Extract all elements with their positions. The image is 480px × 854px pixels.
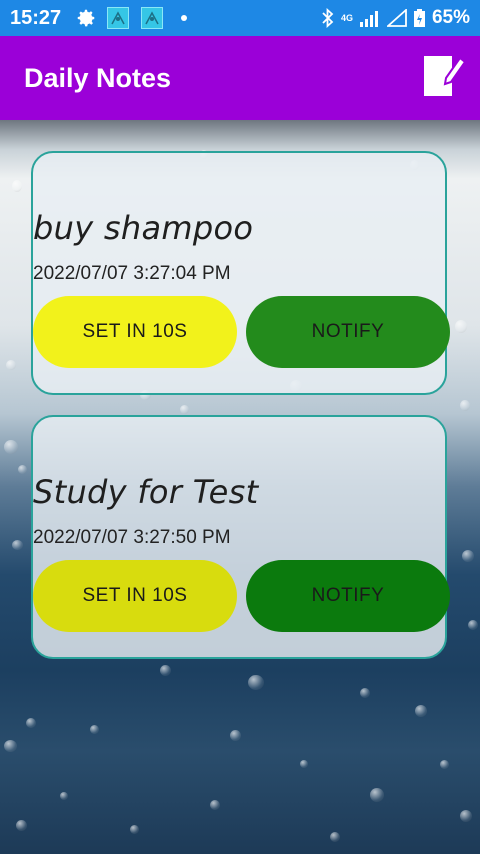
battery-percentage: 65% — [431, 7, 470, 28]
notify-button[interactable]: NOTIFY — [246, 296, 450, 368]
battery-charging-icon — [413, 9, 425, 27]
edit-note-icon[interactable] — [416, 52, 468, 104]
status-bar: 15:27 4G 65% — [0, 0, 480, 36]
note-datetime: 2022/07/07 3:27:50 PM — [33, 527, 231, 548]
set-in-10s-button[interactable]: SET IN 10S — [33, 560, 237, 632]
note-card: Study for Test 2022/07/07 3:27:50 PM SET… — [31, 415, 450, 659]
app-title: Daily Notes — [24, 62, 172, 93]
set-in-10s-button[interactable]: SET IN 10S — [33, 296, 237, 368]
network-type-label: 4G — [340, 13, 353, 23]
signal-strength-icon — [359, 11, 378, 27]
note-title: Study for Test — [33, 473, 259, 511]
note-card: buy shampoo 2022/07/07 3:27:04 PM SET IN… — [31, 151, 450, 395]
notification-app-icon — [141, 7, 164, 29]
note-datetime: 2022/07/07 3:27:04 PM — [33, 263, 231, 284]
more-notifications-dot-icon — [181, 15, 188, 21]
status-time: 15:27 — [10, 6, 62, 29]
note-title: buy shampoo — [33, 209, 254, 247]
app-bar: Daily Notes — [0, 36, 480, 120]
settings-gear-icon — [77, 9, 95, 27]
wifi-signal-icon — [386, 9, 407, 27]
notify-button[interactable]: NOTIFY — [246, 560, 450, 632]
notification-app-icon — [107, 7, 130, 29]
status-indicators: 4G 65% — [321, 7, 470, 29]
bluetooth-icon — [322, 8, 334, 28]
